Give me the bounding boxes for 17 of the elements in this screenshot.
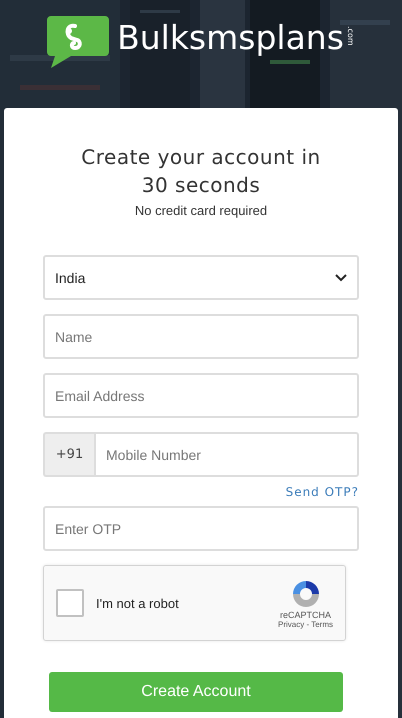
chat-bubble-logo-icon [47, 16, 110, 68]
logo-suffix: .com [346, 26, 355, 46]
country-select[interactable]: India [43, 255, 359, 300]
mobile-field[interactable]: Mobile Number [94, 432, 359, 477]
otp-field[interactable]: Enter OTP [43, 506, 359, 551]
recaptcha-brand: reCAPTCHA [280, 610, 332, 620]
captcha-label: I'm not a robot [96, 596, 180, 610]
name-field[interactable]: Name [43, 314, 359, 359]
privacy-terms-links[interactable]: Privacy - Terms [278, 620, 333, 628]
captcha-checkbox[interactable] [56, 589, 84, 617]
logo-text: Bulksmsplans [117, 18, 344, 58]
form-title: Create your account in 30 seconds [80, 144, 322, 199]
chevron-down-icon [335, 274, 347, 282]
send-otp-link[interactable]: Send OTP? [286, 485, 359, 499]
form-subtitle: No credit card required [134, 203, 268, 218]
country-code: +91 [43, 432, 94, 477]
email-field[interactable]: Email Address [43, 373, 359, 418]
